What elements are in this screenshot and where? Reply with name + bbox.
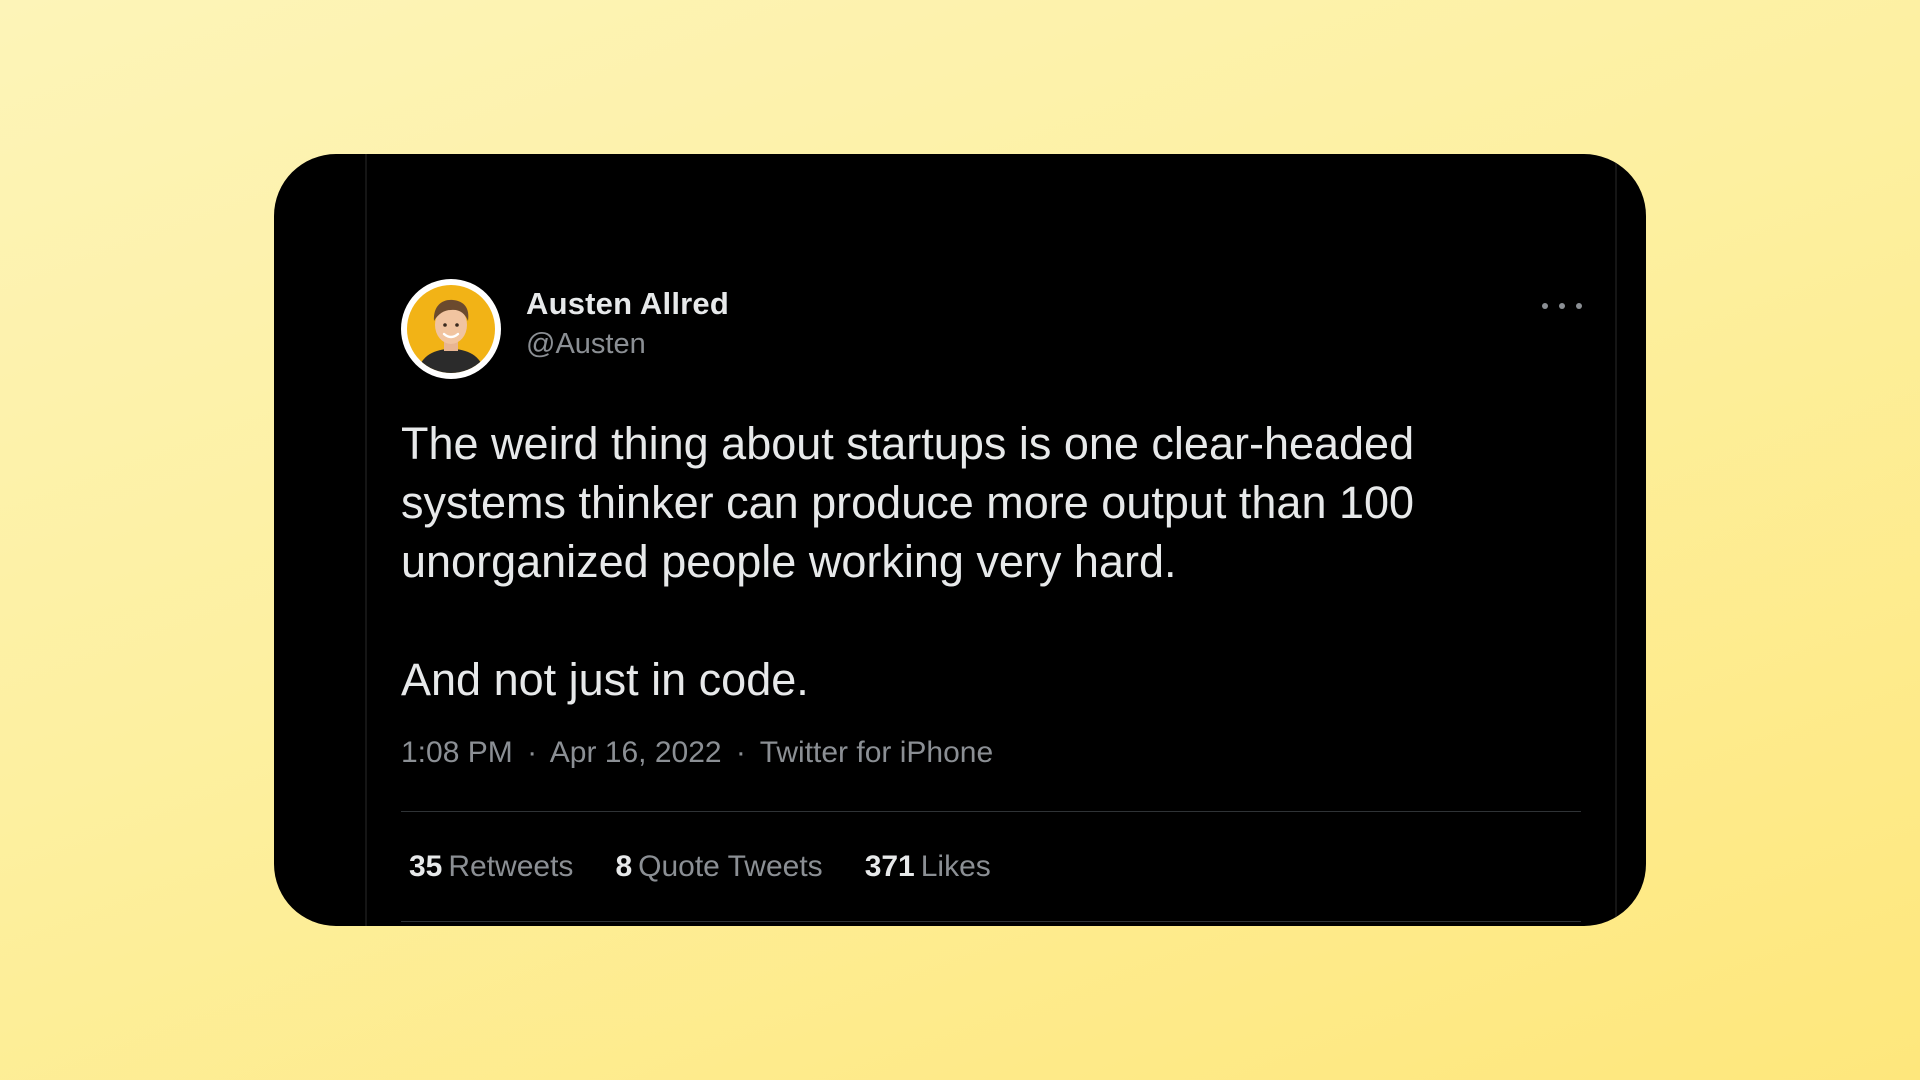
meta-separator: ·	[735, 736, 746, 769]
timeline-border-left	[365, 154, 367, 926]
quote-tweets-stat[interactable]: 8 Quote Tweets	[615, 850, 822, 884]
more-options-icon[interactable]	[1542, 294, 1582, 318]
meta-separator: ·	[527, 736, 538, 769]
author-handle[interactable]: @Austen	[526, 328, 646, 361]
more-dot	[1542, 303, 1548, 309]
tweet-metadata: 1:08 PM · Apr 16, 2022 · Twitter for iPh…	[401, 736, 993, 770]
divider	[401, 811, 1581, 812]
tweet-source[interactable]: Twitter for iPhone	[760, 736, 993, 769]
more-dot	[1559, 303, 1565, 309]
tweet-date[interactable]: Apr 16, 2022	[550, 736, 722, 769]
likes-stat[interactable]: 371 Likes	[865, 850, 991, 884]
likes-count: 371	[864, 850, 915, 883]
retweets-label: Retweets	[448, 850, 574, 883]
tweet-paragraph: The weird thing about startups is one cl…	[401, 418, 1415, 587]
engagement-stats: 35 Retweets 8 Quote Tweets 371 Likes	[409, 850, 991, 884]
quote-tweets-count: 8	[615, 850, 633, 883]
retweets-stat[interactable]: 35 Retweets	[409, 850, 573, 884]
tweet-card: Austen Allred @Austen The weird thing ab…	[274, 154, 1646, 926]
author-display-name[interactable]: Austen Allred	[526, 286, 729, 322]
more-dot	[1576, 303, 1582, 309]
timeline-border-right	[1615, 154, 1617, 926]
quote-tweets-label: Quote Tweets	[638, 850, 823, 883]
avatar[interactable]	[401, 279, 501, 379]
tweet-text: The weird thing about startups is one cl…	[401, 414, 1541, 709]
retweets-count: 35	[409, 850, 443, 883]
tweet-time[interactable]: 1:08 PM	[401, 736, 513, 769]
profile-avatar-icon	[407, 285, 495, 373]
tweet-paragraph: And not just in code.	[401, 654, 809, 705]
divider	[401, 921, 1581, 922]
likes-label: Likes	[920, 850, 991, 883]
